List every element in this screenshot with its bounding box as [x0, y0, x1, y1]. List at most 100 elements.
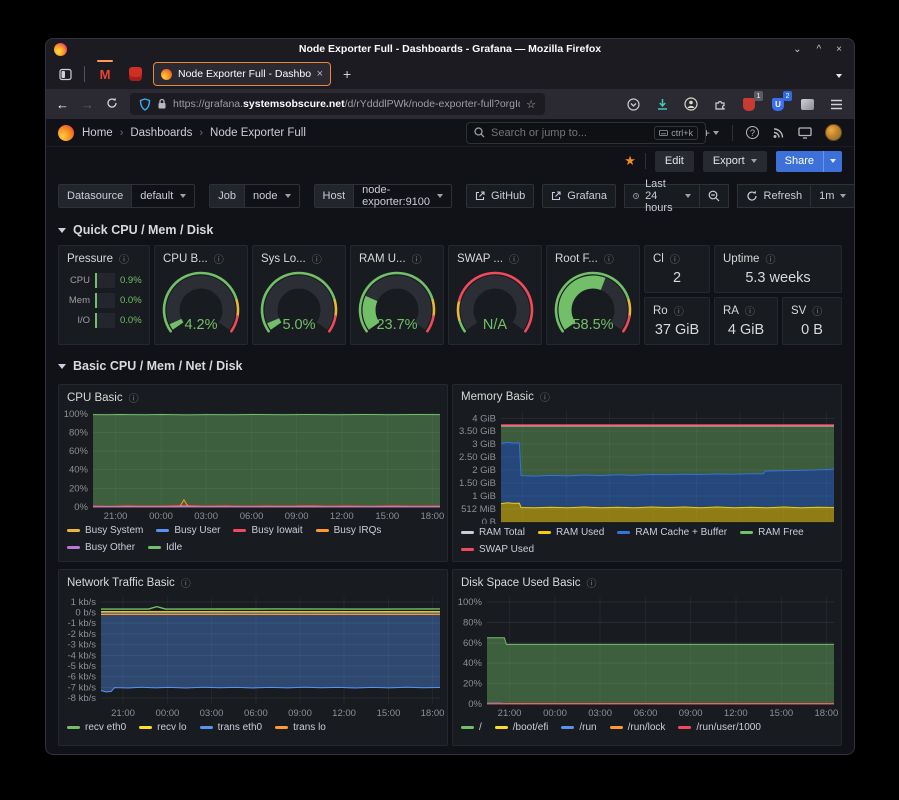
list-all-tabs-button[interactable]: [836, 65, 846, 83]
window-close-button[interactable]: ×: [836, 44, 842, 55]
pocket-button[interactable]: [625, 96, 641, 112]
network-traffic-chart[interactable]: 1 kb/s0 b/s-1 kb/s-2 kb/s-3 kb/s-4 kb/s-…: [59, 591, 448, 719]
news-button[interactable]: [772, 127, 785, 139]
menu-button[interactable]: [828, 96, 844, 112]
info-icon[interactable]: ⓘ: [181, 575, 191, 590]
legend-item[interactable]: Busy System: [67, 523, 143, 538]
account-button[interactable]: [683, 96, 699, 112]
breadcrumb-dashboards[interactable]: Dashboards: [130, 127, 192, 139]
url-bar[interactable]: https://grafana.systemsobscure.net/d/rYd…: [130, 93, 545, 115]
panel-title[interactable]: RAM U...ⓘ: [351, 246, 443, 267]
legend-item[interactable]: Idle: [148, 540, 182, 555]
extension-blue-button[interactable]: U 2: [770, 96, 786, 112]
refresh-interval-picker[interactable]: 1m: [811, 184, 855, 208]
info-icon[interactable]: ⓘ: [765, 251, 775, 266]
panel-title[interactable]: Pressureⓘ: [59, 246, 149, 267]
datasource-picker[interactable]: Datasource default: [58, 184, 195, 208]
info-icon[interactable]: ⓘ: [509, 251, 519, 266]
zoom-out-button[interactable]: [700, 184, 729, 208]
help-icon[interactable]: ?: [746, 126, 759, 139]
search-input[interactable]: [491, 127, 648, 139]
forward-button[interactable]: →: [81, 97, 94, 112]
section-quick-cpu-mem-disk[interactable]: Quick CPU / Mem / Disk: [58, 219, 842, 241]
time-range-picker[interactable]: Last 24 hours: [624, 184, 700, 208]
panel-title[interactable]: Uptimeⓘ: [715, 246, 841, 267]
panel-title[interactable]: CPU Basicⓘ: [59, 385, 447, 406]
legend-item[interactable]: /boot/efi: [495, 720, 549, 735]
panel-title[interactable]: Disk Space Used Basicⓘ: [453, 570, 841, 591]
extensions-button[interactable]: [712, 96, 728, 112]
info-icon[interactable]: ⓘ: [412, 251, 422, 266]
info-icon[interactable]: ⓘ: [812, 303, 822, 318]
info-icon[interactable]: ⓘ: [674, 303, 684, 318]
info-icon[interactable]: ⓘ: [119, 251, 129, 266]
pinned-tab-gmail[interactable]: M: [93, 62, 117, 86]
legend-item[interactable]: Busy User: [156, 523, 220, 538]
legend-item[interactable]: /: [461, 720, 482, 735]
window-maximize-button[interactable]: ^: [816, 44, 821, 55]
legend-item[interactable]: SWAP Used: [461, 542, 534, 557]
extension-red-button[interactable]: 1: [741, 96, 757, 112]
panel-title[interactable]: SWAP ...ⓘ: [449, 246, 541, 267]
panel-title[interactable]: CPU B...ⓘ: [155, 246, 247, 267]
back-button[interactable]: ←: [56, 97, 69, 112]
panel-title[interactable]: SVⓘ: [783, 298, 841, 319]
panel-title[interactable]: Clⓘ: [645, 246, 709, 267]
legend-item[interactable]: /run: [561, 720, 596, 735]
grafana-link-button[interactable]: Grafana: [542, 184, 616, 208]
breadcrumb-home[interactable]: Home: [82, 127, 113, 139]
search-box[interactable]: ctrl+k: [466, 122, 706, 144]
new-tab-button[interactable]: +: [337, 66, 357, 82]
info-icon[interactable]: ⓘ: [745, 303, 755, 318]
info-icon[interactable]: ⓘ: [129, 390, 139, 405]
firefox-view-button[interactable]: [54, 63, 76, 85]
cpu-basic-chart[interactable]: 0%20%40%60%80%100%21:0000:0003:0006:0009…: [59, 406, 448, 522]
reload-button[interactable]: [106, 97, 118, 112]
tab-node-exporter[interactable]: Node Exporter Full - Dashbo ×: [153, 62, 331, 86]
legend-item[interactable]: trans lo: [275, 720, 326, 735]
refresh-button[interactable]: Refresh: [737, 184, 812, 208]
legend-item[interactable]: trans eth0: [200, 720, 262, 735]
window-minimize-button[interactable]: ⌄: [793, 44, 801, 55]
host-picker[interactable]: Host node-exporter:9100: [314, 184, 453, 208]
github-link-button[interactable]: GitHub: [466, 184, 534, 208]
legend-item[interactable]: /run/lock: [610, 720, 666, 735]
kiosk-mode-button[interactable]: [798, 127, 812, 139]
legend-item[interactable]: RAM Used: [538, 525, 604, 540]
legend-item[interactable]: Busy Other: [67, 540, 135, 555]
disk-space-chart[interactable]: 0%20%40%60%80%100%21:0000:0003:0006:0009…: [453, 591, 842, 719]
panel-title[interactable]: Network Traffic Basicⓘ: [59, 570, 447, 591]
legend-item[interactable]: Busy IRQs: [316, 523, 382, 538]
legend-item[interactable]: RAM Free: [740, 525, 804, 540]
legend-item[interactable]: recv lo: [139, 720, 186, 735]
info-icon[interactable]: ⓘ: [312, 251, 322, 266]
legend-item[interactable]: recv eth0: [67, 720, 126, 735]
downloads-button[interactable]: [654, 96, 670, 112]
bookmark-star-icon[interactable]: ☆: [526, 98, 536, 111]
info-icon[interactable]: ⓘ: [214, 251, 224, 266]
memory-basic-chart[interactable]: 0 B512 MiB1 GiB1.50 GiB2 GiB2.50 GiB3 Gi…: [453, 405, 842, 524]
share-dropdown-button[interactable]: [823, 151, 842, 172]
panel-title[interactable]: Sys Lo...ⓘ: [253, 246, 345, 267]
pinned-tab-red-app[interactable]: [123, 62, 147, 86]
legend-item[interactable]: /run/user/1000: [678, 720, 761, 735]
share-button[interactable]: Share: [776, 151, 823, 172]
extension-misc-button[interactable]: [799, 96, 815, 112]
section-basic-cpu-mem-net-disk[interactable]: Basic CPU / Mem / Net / Disk: [58, 355, 842, 377]
user-avatar[interactable]: [825, 124, 842, 141]
legend-item[interactable]: RAM Cache + Buffer: [617, 525, 727, 540]
panel-title[interactable]: RAⓘ: [715, 298, 777, 319]
info-icon[interactable]: ⓘ: [587, 575, 597, 590]
export-button[interactable]: Export: [703, 151, 767, 172]
edit-button[interactable]: Edit: [655, 151, 694, 172]
panel-title[interactable]: Roⓘ: [645, 298, 709, 319]
job-picker[interactable]: Job node: [209, 184, 299, 208]
info-icon[interactable]: ⓘ: [670, 251, 680, 266]
info-icon[interactable]: ⓘ: [604, 251, 614, 266]
panel-title[interactable]: Memory Basicⓘ: [453, 385, 841, 405]
grafana-logo-icon[interactable]: [58, 125, 74, 141]
tab-close-icon[interactable]: ×: [317, 68, 323, 80]
info-icon[interactable]: ⓘ: [540, 389, 550, 404]
favorite-star-icon[interactable]: ★: [624, 153, 636, 169]
legend-item[interactable]: Busy Iowait: [233, 523, 302, 538]
